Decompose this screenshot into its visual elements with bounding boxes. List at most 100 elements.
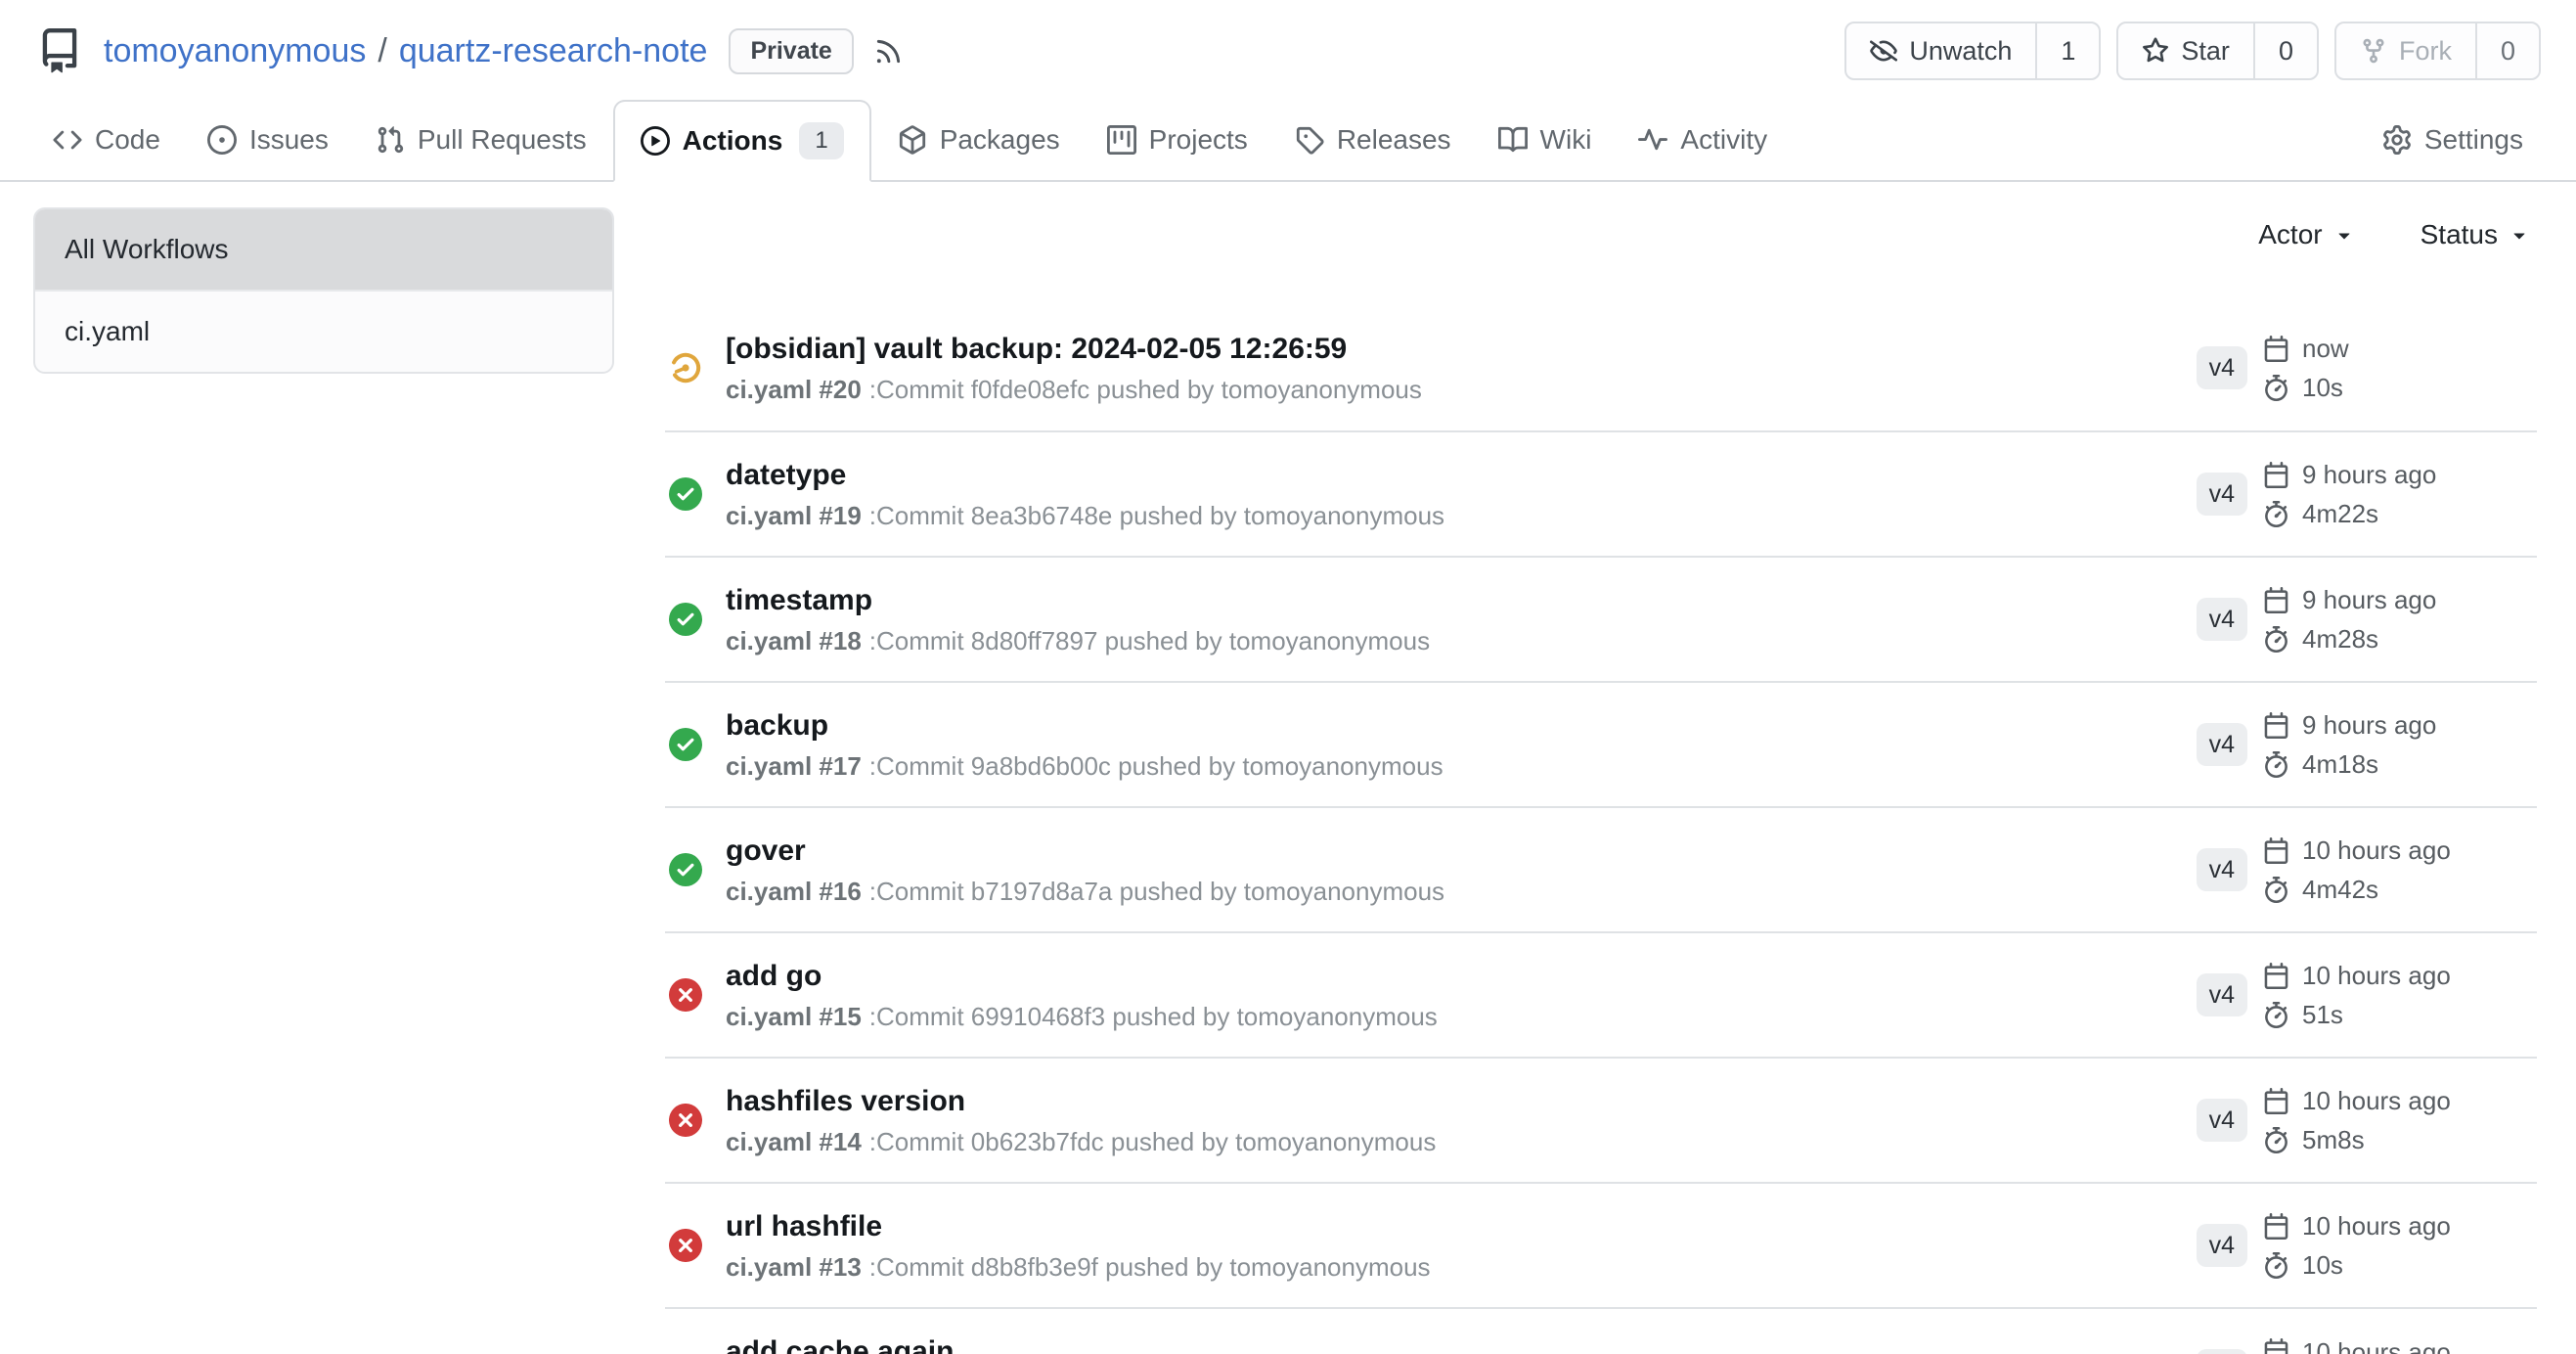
run-duration: 10s	[2302, 1251, 2343, 1279]
run-commit-desc: :Commit 9a8bd6b00c pushed by tomoyanonym…	[869, 751, 1443, 781]
run-title-link[interactable]: url hashfile	[726, 1210, 2197, 1243]
calendar-icon	[2263, 1338, 2289, 1354]
run-title-link[interactable]: datetype	[726, 459, 2197, 492]
gear-icon	[2382, 125, 2412, 155]
run-ref: ci.yaml #17	[726, 751, 862, 781]
run-commit-desc: :Commit 8d80ff7897 pushed by tomoyanonym…	[869, 626, 1430, 655]
run-main: backup ci.yaml #17:Commit 9a8bd6b00c pus…	[726, 709, 2197, 781]
run-title-link[interactable]: [obsidian] vault backup: 2024-02-05 12:2…	[726, 333, 2197, 366]
actions-page-content: All Workflows ci.yaml Actor Status [obsi…	[0, 182, 2576, 1354]
tab-releases-label: Releases	[1337, 124, 1451, 156]
run-title-link[interactable]: gover	[726, 835, 2197, 868]
watchers-count[interactable]: 1	[2035, 23, 2099, 78]
run-main: [obsidian] vault backup: 2024-02-05 12:2…	[726, 333, 2197, 404]
run-time-line: 9 hours ago	[2263, 711, 2537, 739]
sidebar-item-ci-yaml[interactable]: ci.yaml	[35, 290, 612, 372]
run-duration: 4m28s	[2302, 625, 2378, 653]
tab-wiki-label: Wiki	[1540, 124, 1592, 156]
run-title-link[interactable]: hashfiles version	[726, 1085, 2197, 1118]
repo-header: tomoyanonymous / quartz-research-note Pr…	[0, 0, 2576, 100]
run-duration: 4m42s	[2302, 876, 2378, 903]
status-icon-failure	[669, 978, 702, 1012]
stopwatch-icon	[2263, 877, 2289, 903]
run-time: now	[2302, 335, 2349, 362]
status-icon-failure	[669, 1229, 702, 1262]
forks-count[interactable]: 0	[2475, 23, 2539, 78]
stars-count[interactable]: 0	[2253, 23, 2317, 78]
stopwatch-icon	[2263, 1002, 2289, 1028]
run-commit-desc: :Commit 69910468f3 pushed by tomoyanonym…	[869, 1002, 1438, 1031]
tag-icon	[1295, 125, 1324, 155]
workflow-run-row: datetype ci.yaml #19:Commit 8ea3b6748e p…	[665, 430, 2537, 556]
run-meta: 10 hours ago 51s	[2263, 962, 2537, 1028]
breadcrumb: tomoyanonymous / quartz-research-note	[104, 32, 707, 70]
stopwatch-icon	[2263, 1127, 2289, 1153]
actor-filter-label: Actor	[2258, 219, 2322, 250]
run-title-link[interactable]: add go	[726, 960, 2197, 993]
repo-name-link[interactable]: quartz-research-note	[399, 32, 708, 70]
run-main: hashfiles version ci.yaml #14:Commit 0b6…	[726, 1085, 2197, 1156]
tab-releases[interactable]: Releases	[1274, 100, 1472, 180]
run-ref: ci.yaml #16	[726, 877, 862, 906]
run-duration-line: 10s	[2263, 1251, 2537, 1279]
rss-icon[interactable]	[873, 36, 904, 67]
run-time: 10 hours ago	[2302, 836, 2451, 864]
book-icon	[1498, 125, 1528, 155]
issue-opened-icon	[207, 125, 237, 155]
branch-badge[interactable]: v4	[2197, 346, 2247, 389]
repo-social-actions: Unwatch 1 Star 0 Fork 0	[1844, 22, 2541, 80]
repo-owner-link[interactable]: tomoyanonymous	[104, 32, 366, 70]
run-meta: 10 hours ago	[2263, 1338, 2537, 1354]
run-meta: 9 hours ago 4m22s	[2263, 461, 2537, 527]
tab-code-label: Code	[95, 124, 160, 156]
code-icon	[53, 125, 82, 155]
run-duration: 4m22s	[2302, 500, 2378, 527]
sidebar-item-all-workflows[interactable]: All Workflows	[35, 209, 612, 290]
run-time: 9 hours ago	[2302, 461, 2436, 488]
run-commit-desc: :Commit 8ea3b6748e pushed by tomoyanonym…	[869, 501, 1444, 530]
fork-label: Fork	[2399, 36, 2452, 67]
branch-badge[interactable]: v4	[2197, 723, 2247, 766]
workflow-run-row: gover ci.yaml #16:Commit b7197d8a7a push…	[665, 806, 2537, 931]
tab-issues[interactable]: Issues	[187, 100, 349, 180]
run-time-line: 10 hours ago	[2263, 962, 2537, 989]
actions-count-badge: 1	[799, 122, 843, 160]
actor-filter-dropdown[interactable]: Actor	[2258, 219, 2355, 250]
tab-packages[interactable]: Packages	[877, 100, 1081, 180]
eye-closed-icon	[1870, 37, 1897, 65]
run-title-link[interactable]: add cache again	[726, 1335, 2197, 1354]
runs-panel: Actor Status [obsidian] vault backup: 20…	[665, 207, 2537, 1354]
calendar-icon	[2263, 963, 2289, 989]
fork-button-group: Fork 0	[2334, 22, 2541, 80]
branch-badge[interactable]: v4	[2197, 1099, 2247, 1142]
calendar-icon	[2263, 1213, 2289, 1240]
stopwatch-icon	[2263, 1252, 2289, 1279]
star-button[interactable]: Star	[2118, 23, 2253, 78]
tab-wiki[interactable]: Wiki	[1478, 100, 1613, 180]
tab-code[interactable]: Code	[32, 100, 181, 180]
run-time-line: 10 hours ago	[2263, 1338, 2537, 1354]
run-title-link[interactable]: backup	[726, 709, 2197, 743]
branch-badge[interactable]: v4	[2197, 973, 2247, 1016]
fork-icon	[2360, 37, 2387, 65]
tab-projects[interactable]: Projects	[1087, 100, 1268, 180]
star-label: Star	[2181, 36, 2230, 67]
run-title-link[interactable]: timestamp	[726, 584, 2197, 617]
branch-badge[interactable]: v4	[2197, 598, 2247, 641]
unwatch-button[interactable]: Unwatch	[1846, 23, 2035, 78]
branch-badge[interactable]: v4	[2197, 1349, 2247, 1354]
tab-settings[interactable]: Settings	[2362, 100, 2544, 180]
tab-activity[interactable]: Activity	[1618, 100, 1788, 180]
fork-button[interactable]: Fork	[2336, 23, 2475, 78]
run-time-line: 10 hours ago	[2263, 836, 2537, 864]
status-filter-dropdown[interactable]: Status	[2421, 219, 2531, 250]
branch-badge[interactable]: v4	[2197, 848, 2247, 891]
calendar-icon	[2263, 712, 2289, 739]
workflow-run-row: add go ci.yaml #15:Commit 69910468f3 pus…	[665, 931, 2537, 1057]
branch-badge[interactable]: v4	[2197, 473, 2247, 516]
branch-badge[interactable]: v4	[2197, 1224, 2247, 1267]
run-commit-desc: :Commit b7197d8a7a pushed by tomoyanonym…	[869, 877, 1444, 906]
run-main: datetype ci.yaml #19:Commit 8ea3b6748e p…	[726, 459, 2197, 530]
tab-actions[interactable]: Actions 1	[613, 100, 871, 182]
tab-pull-requests[interactable]: Pull Requests	[355, 100, 607, 180]
